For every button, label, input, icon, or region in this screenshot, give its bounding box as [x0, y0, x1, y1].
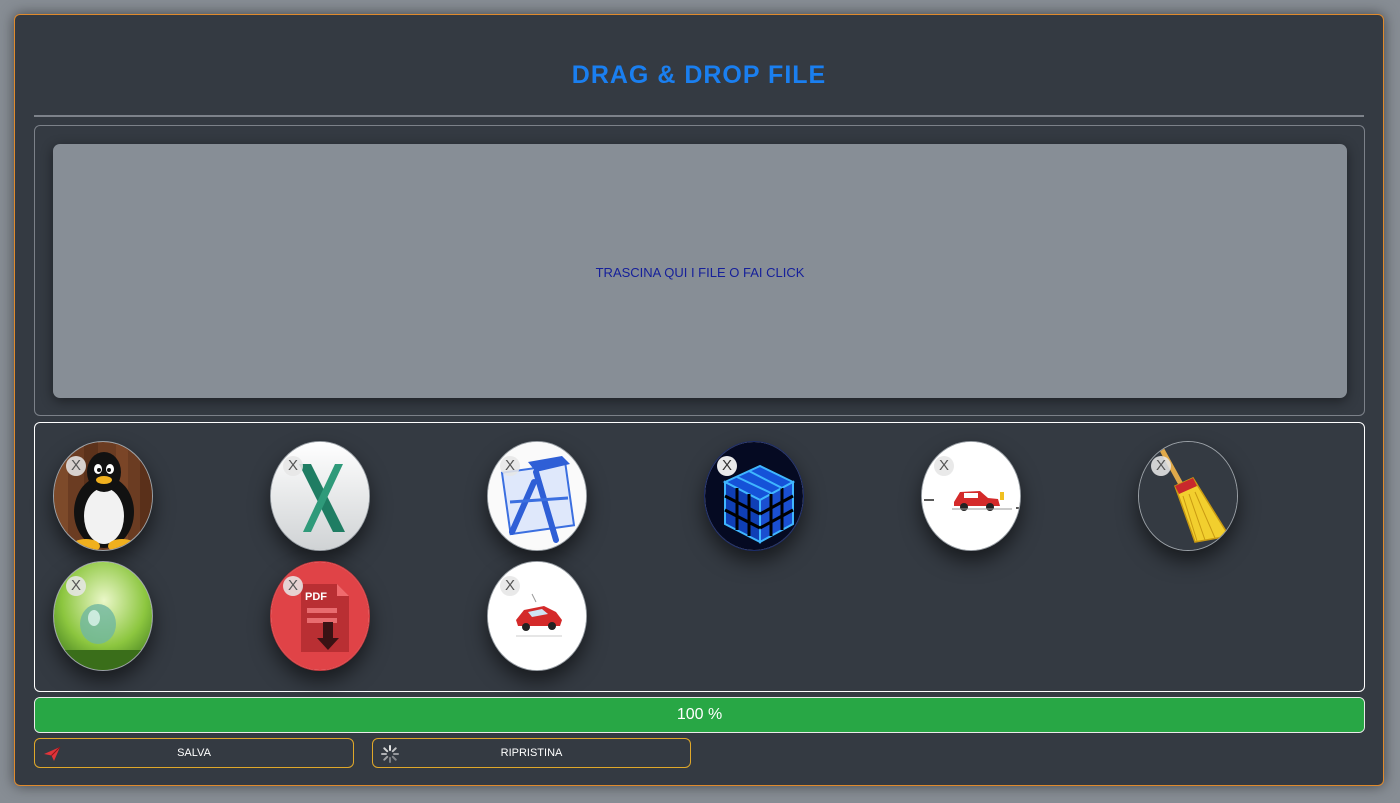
save-label: SALVA: [177, 747, 211, 759]
remove-file-button[interactable]: X: [283, 456, 303, 476]
svg-text:PDF: PDF: [305, 591, 327, 603]
file-thumbnail-pdf[interactable]: PDF X: [270, 561, 370, 671]
progress-label: 100 %: [676, 706, 723, 723]
remove-file-button[interactable]: X: [283, 576, 303, 596]
file-thumbnail-linux[interactable]: X: [53, 441, 153, 551]
file-thumbnail-water-drop[interactable]: X: [53, 561, 153, 671]
spinner-icon: [381, 745, 399, 763]
page-title: DRAG & DROP FILE: [571, 61, 827, 89]
uploaded-files-area: X X X X X X X PDF X X: [34, 422, 1365, 692]
file-thumbnail-macos[interactable]: X: [270, 441, 370, 551]
file-thumbnail-car-road[interactable]: X: [921, 441, 1021, 551]
title-divider: [34, 115, 1364, 117]
reset-label: RIPRISTINA: [500, 747, 563, 759]
remove-file-button[interactable]: X: [66, 456, 86, 476]
file-thumbnail-cube[interactable]: X: [704, 441, 804, 551]
save-button[interactable]: SALVA: [34, 738, 354, 768]
remove-file-button[interactable]: X: [717, 456, 737, 476]
upload-progress-bar: 100 %: [34, 697, 1365, 733]
remove-file-button[interactable]: X: [500, 576, 520, 596]
file-thumbnail-broom[interactable]: X: [1138, 441, 1238, 551]
remove-file-button[interactable]: X: [1151, 456, 1171, 476]
remove-file-button[interactable]: X: [934, 456, 954, 476]
file-thumbnail-xcode[interactable]: X: [487, 441, 587, 551]
paper-plane-icon: [44, 746, 61, 761]
file-thumbnail-car-crash[interactable]: X: [487, 561, 587, 671]
file-dropzone[interactable]: TRASCINA QUI I FILE O FAI CLICK: [53, 144, 1347, 398]
remove-file-button[interactable]: X: [66, 576, 86, 596]
remove-file-button[interactable]: X: [500, 456, 520, 476]
dropzone-label: TRASCINA QUI I FILE O FAI CLICK: [595, 264, 805, 280]
drag-drop-panel: DRAG & DROP FILE TRASCINA QUI I FILE O F…: [14, 14, 1384, 786]
reset-button[interactable]: RIPRISTINA: [372, 738, 691, 768]
dropzone-frame: TRASCINA QUI I FILE O FAI CLICK: [34, 125, 1365, 416]
